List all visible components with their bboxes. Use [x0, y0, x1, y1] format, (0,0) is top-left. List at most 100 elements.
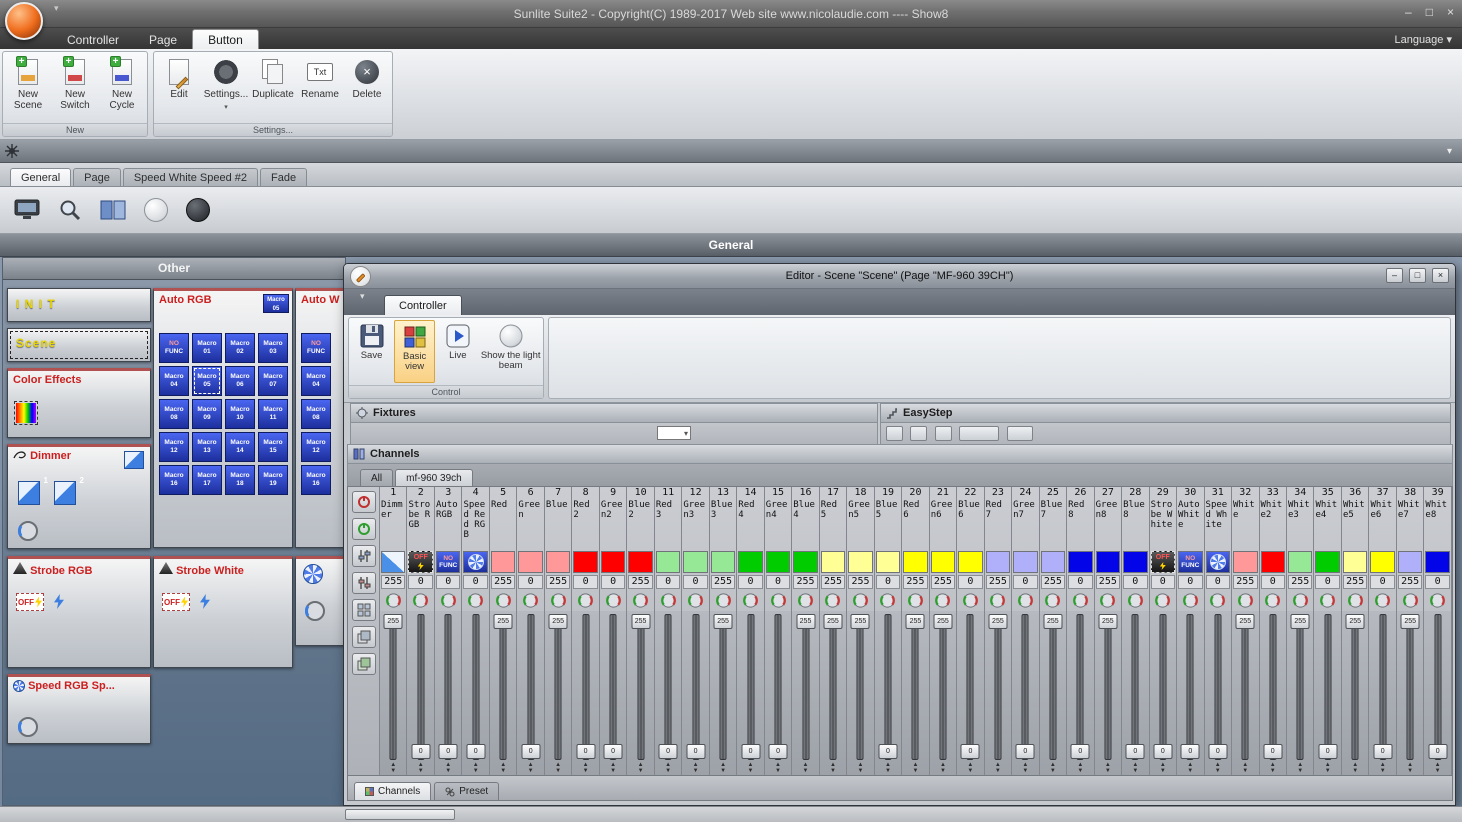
macro-button[interactable]: Macro 16: [301, 465, 331, 495]
fader-spinner[interactable]: ▲ ▼: [390, 762, 396, 774]
fader-track[interactable]: [1214, 614, 1222, 760]
channels-panel-header[interactable]: Channels: [347, 444, 1453, 464]
fader-track[interactable]: [1186, 614, 1194, 760]
new-switch-button[interactable]: + New Switch: [53, 54, 97, 121]
fader-thumb[interactable]: 0: [741, 744, 761, 759]
channel-knob[interactable]: [1260, 590, 1286, 611]
channel-fader[interactable]: 0 ▲ ▼: [1122, 611, 1149, 775]
fader-spinner[interactable]: ▲ ▼: [1160, 762, 1166, 774]
fader-track[interactable]: [527, 614, 535, 760]
channel-knob[interactable]: [930, 590, 956, 611]
channel-swatch-color[interactable]: [1260, 551, 1285, 573]
channel-fader[interactable]: 0 ▲ ▼: [1259, 611, 1286, 775]
macro-button[interactable]: NO FUNC: [301, 333, 331, 363]
fader-thumb[interactable]: 255: [796, 614, 815, 629]
macro-button[interactable]: Macro 19: [258, 465, 288, 495]
fader-spinner[interactable]: ▲ ▼: [1105, 762, 1111, 774]
channel-swatch-color[interactable]: [710, 551, 736, 573]
macro-button[interactable]: Macro 13: [192, 432, 222, 462]
channel-fader[interactable]: 0 ▲ ▼: [517, 611, 544, 775]
macro-button[interactable]: Macro 14: [225, 432, 255, 462]
fader-track[interactable]: [747, 614, 755, 760]
channel-knob[interactable]: [957, 590, 983, 611]
fader-track[interactable]: [389, 614, 397, 760]
channel-knob[interactable]: [1397, 590, 1423, 611]
dimmer-fader-1[interactable]: 1: [18, 476, 48, 505]
dimmer-knob[interactable]: [16, 519, 40, 543]
editor-maximize-button[interactable]: □: [1409, 268, 1426, 283]
channel-swatch-off[interactable]: OFF: [408, 551, 433, 573]
scrollbar-thumb[interactable]: [345, 809, 455, 820]
channel-fader[interactable]: 255 ▲ ▼: [929, 611, 957, 775]
channel-swatch-color[interactable]: [875, 551, 901, 573]
page-tab-fade[interactable]: Fade: [259, 168, 308, 186]
bottom-tab-channels[interactable]: Channels: [354, 782, 432, 800]
channel-knob[interactable]: [1122, 590, 1148, 611]
channel-fader[interactable]: 255 ▲ ▼: [819, 611, 847, 775]
macro-button[interactable]: Macro 11: [258, 399, 288, 429]
fader-spinner[interactable]: ▲ ▼: [1077, 762, 1083, 774]
show-light-beam-button[interactable]: Show the light beam: [480, 320, 541, 383]
easystep-tool-5[interactable]: [1006, 426, 1033, 441]
channel-swatch-color[interactable]: [628, 551, 653, 573]
channel-swatch-color[interactable]: [490, 551, 516, 573]
channel-fader[interactable]: 255 ▲ ▼: [1286, 611, 1314, 775]
fader-thumb[interactable]: 255: [493, 614, 513, 629]
channel-knob[interactable]: [545, 590, 571, 611]
channel-fader[interactable]: 255 ▲ ▼: [1039, 611, 1067, 775]
fader-track[interactable]: [444, 614, 452, 760]
channel-fader[interactable]: 255 ▲ ▼: [1396, 611, 1424, 775]
channel-swatch-color[interactable]: [820, 551, 846, 573]
macro-button[interactable]: Macro 02: [225, 333, 255, 363]
fader-thumb[interactable]: 0: [960, 744, 980, 759]
fader-spinner[interactable]: ▲ ▼: [473, 762, 479, 774]
editor-chevron-icon[interactable]: ▾: [360, 291, 365, 302]
channel-swatch-color[interactable]: [683, 551, 708, 573]
channel-knob[interactable]: [847, 590, 873, 611]
close-button[interactable]: ×: [1447, 5, 1454, 19]
fader-spinner[interactable]: ▲ ▼: [775, 762, 781, 774]
fader-thumb[interactable]: 255: [1235, 614, 1255, 629]
white-beam-toggle[interactable]: [144, 198, 168, 222]
fader-spinner[interactable]: ▲ ▼: [1270, 762, 1276, 774]
all-on-icon[interactable]: [351, 518, 376, 540]
fader-thumb[interactable]: 0: [576, 744, 596, 759]
channel-knob[interactable]: [1067, 590, 1093, 611]
easystep-panel-header[interactable]: EasyStep: [880, 403, 1451, 423]
color-effects-button[interactable]: Color Effects: [7, 368, 151, 438]
channel-knob[interactable]: [462, 590, 488, 611]
workspace-icon[interactable]: [5, 144, 19, 158]
fader-thumb[interactable]: 0: [686, 744, 706, 759]
channel-knob[interactable]: [1095, 590, 1121, 611]
macro-button[interactable]: Macro 06: [225, 366, 255, 396]
fader-track[interactable]: [1104, 614, 1112, 760]
fader-track[interactable]: [994, 614, 1002, 760]
toolbar-chevron-icon[interactable]: ▾: [1447, 146, 1452, 157]
channel-knob[interactable]: [1232, 590, 1258, 611]
channel-fader[interactable]: 0 ▲ ▼: [462, 611, 489, 775]
channel-knob[interactable]: [820, 590, 846, 611]
channel-fader[interactable]: 0 ▲ ▼: [1177, 611, 1204, 775]
new-cycle-button[interactable]: + New Cycle: [100, 54, 144, 121]
fader-thumb[interactable]: 0: [1015, 744, 1035, 759]
macro-button[interactable]: Macro 05: [192, 366, 222, 396]
channel-knob[interactable]: [765, 590, 791, 611]
channel-fader[interactable]: 255 ▲ ▼: [984, 611, 1012, 775]
fader-spinner[interactable]: ▲ ▼: [803, 762, 809, 774]
dimmer-button[interactable]: Dimmer 1 2: [7, 444, 151, 549]
fader-spinner[interactable]: ▲ ▼: [1022, 762, 1028, 774]
live-button[interactable]: Live: [437, 320, 478, 383]
fader-thumb[interactable]: 255: [933, 614, 953, 629]
channel-swatch-color[interactable]: [1370, 551, 1395, 573]
blue-lightning-icon[interactable]: [54, 594, 64, 609]
channel-knob[interactable]: [1342, 590, 1368, 611]
channel-knob[interactable]: [1424, 590, 1450, 611]
page-tab-page[interactable]: Page: [73, 168, 121, 186]
strobe-rgb-button[interactable]: Strobe RGB OFF: [7, 556, 151, 668]
channel-fader[interactable]: 0 ▲ ▼: [1149, 611, 1177, 775]
fader-track[interactable]: [554, 614, 562, 760]
fader-track[interactable]: [582, 614, 590, 760]
channel-swatch-color[interactable]: [1123, 551, 1148, 573]
channel-knob[interactable]: [517, 590, 543, 611]
fader-thumb[interactable]: 255: [1043, 614, 1063, 629]
